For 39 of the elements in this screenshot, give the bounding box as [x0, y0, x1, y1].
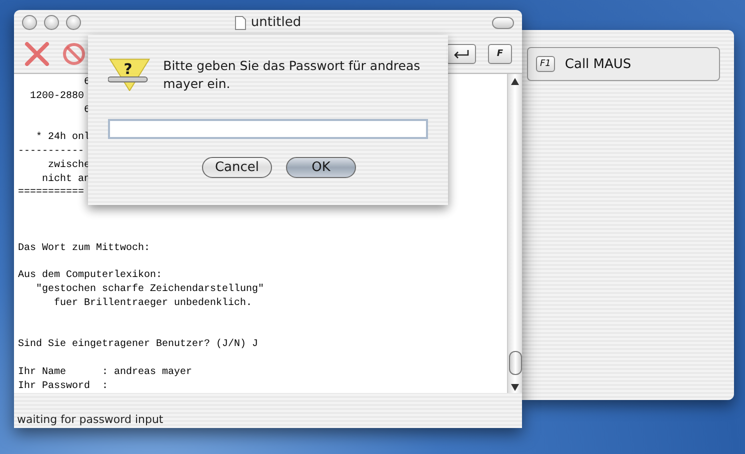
return-arrow-icon: [452, 49, 470, 59]
window-title: untitled: [250, 15, 302, 30]
scrollbar[interactable]: [507, 74, 522, 393]
terminal-line: "gestochen scharfe Zeichendarstellung": [35, 282, 264, 297]
close-button[interactable]: [22, 15, 37, 30]
terminal-line: Ihr Password :: [18, 380, 108, 394]
document-icon: [234, 16, 246, 30]
terminal-line: Aus dem Computerlexikon:: [18, 269, 162, 283]
drawer-item-label: Call MAUS: [564, 56, 632, 72]
scroll-up-icon[interactable]: [511, 78, 519, 85]
close-icon[interactable]: [24, 42, 50, 66]
terminal-line: nicht an: [41, 172, 90, 186]
terminal-line: ===========: [18, 186, 84, 200]
dialog-button[interactable]: Cancel: [202, 157, 272, 178]
terminal-line: zwische: [47, 158, 90, 173]
terminal-line: * 24h onl: [35, 131, 90, 145]
function-key-label: F1: [536, 56, 555, 72]
terminal-line: 6: [83, 104, 90, 118]
prohibited-icon[interactable]: [62, 42, 86, 66]
function-key-button[interactable]: F: [488, 44, 512, 64]
status-text: waiting for password input: [17, 413, 164, 426]
minimize-button[interactable]: [44, 15, 59, 30]
zoom-button[interactable]: [66, 15, 81, 30]
password-field[interactable]: [108, 119, 428, 139]
terminal-line: -----------: [18, 144, 84, 159]
terminal-line: Ihr Name : andreas mayer: [18, 366, 192, 380]
question-mark: ?: [124, 61, 132, 78]
return-key-button[interactable]: [446, 44, 476, 64]
terminal-line: Das Wort zum Mittwoch:: [18, 242, 150, 256]
scroll-down-icon[interactable]: [511, 384, 519, 391]
dialog-button[interactable]: OK: [286, 157, 356, 178]
dialog-message: Bitte geben Sie das Passwort für andreas mayer ein.: [163, 57, 422, 93]
terminal-line: Sind Sie eingetragener Benutzer? (J/N) J: [18, 338, 258, 352]
terminal-line: 6: [83, 76, 90, 90]
toolbar-toggle-button[interactable]: [492, 17, 514, 29]
terminal-line: 1200-2880: [29, 90, 84, 104]
terminal-line: fuer Brillentraeger unbedenklich.: [53, 296, 252, 311]
drawer-item[interactable]: F1 Call MAUS: [527, 47, 720, 81]
scroll-thumb[interactable]: [509, 351, 522, 375]
